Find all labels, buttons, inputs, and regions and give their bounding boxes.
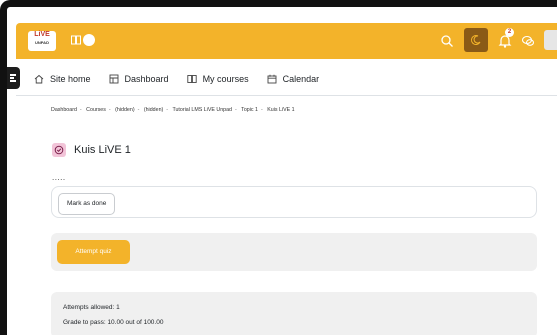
nav-label: My courses (202, 74, 249, 84)
search-icon[interactable] (440, 34, 454, 48)
notification-badge: 2 (505, 28, 514, 37)
primary-navigation: Site home Dashboard My courses Calendar (34, 65, 319, 93)
nav-label: Site home (50, 74, 91, 84)
moon-icon (471, 35, 481, 46)
nav-divider (16, 95, 557, 96)
attempt-quiz-button[interactable]: Attempt quiz (57, 240, 130, 264)
page-title: Kuis LiVE 1 (74, 144, 131, 156)
mark-as-done-button[interactable]: Mark as done (58, 193, 116, 215)
home-icon (34, 74, 44, 84)
attempt-box: Attempt quiz (51, 233, 537, 271)
breadcrumb: Dashboard - Courses - (hidden) - (hidden) - … (51, 107, 295, 113)
grade-to-pass-text: Grade to pass: 10.00 out of 100.00 (63, 319, 164, 326)
page-title-row: Kuis LiVE 1 (52, 143, 131, 157)
book-open-icon (186, 75, 197, 83)
quiz-icon (52, 143, 66, 157)
breadcrumb-item[interactable]: Courses (86, 107, 106, 113)
breadcrumb-item[interactable]: Dashboard (51, 107, 77, 113)
user-avatar[interactable] (544, 30, 557, 50)
calendar-icon (267, 74, 277, 84)
quiz-info-box: Attempts allowed: 1 Grade to pass: 10.00… (51, 292, 537, 335)
completion-box: Mark as done (51, 186, 537, 218)
logo-subtext: UNPAD (35, 40, 49, 45)
chat-icon[interactable] (521, 34, 535, 48)
theme-circle-icon[interactable] (83, 34, 95, 46)
quiz-description: ..... (52, 173, 66, 182)
nav-item-calendar[interactable]: Calendar (267, 74, 320, 84)
breadcrumb-item[interactable]: Kuis LiVE 1 (267, 107, 294, 113)
nav-item-my-courses[interactable]: My courses (186, 74, 249, 84)
nav-label: Calendar (282, 74, 320, 84)
attempts-allowed-text: Attempts allowed: 1 (63, 304, 120, 311)
nav-item-dashboard[interactable]: Dashboard (109, 74, 169, 84)
site-logo[interactable]: LiVE UNPAD (28, 31, 56, 51)
dashboard-icon (109, 74, 118, 84)
nav-item-site-home[interactable]: Site home (34, 74, 91, 84)
logo-text: LiVE (34, 31, 50, 38)
breadcrumb-item[interactable]: (hidden) (115, 107, 134, 113)
breadcrumb-item[interactable]: Topic 1 (241, 107, 258, 113)
book-icon[interactable] (71, 35, 81, 45)
breadcrumb-item[interactable]: Tutorial LMS LiVE Unpad (172, 107, 232, 113)
drawer-toggle-button[interactable] (7, 67, 20, 89)
top-navbar: LiVE UNPAD 2 (16, 23, 557, 59)
dark-mode-button[interactable] (464, 28, 488, 52)
breadcrumb-item[interactable]: (hidden) (144, 107, 163, 113)
nav-label: Dashboard (124, 74, 169, 84)
browser-frame: LiVE UNPAD 2 Site home Dashboard My cour… (0, 0, 557, 335)
